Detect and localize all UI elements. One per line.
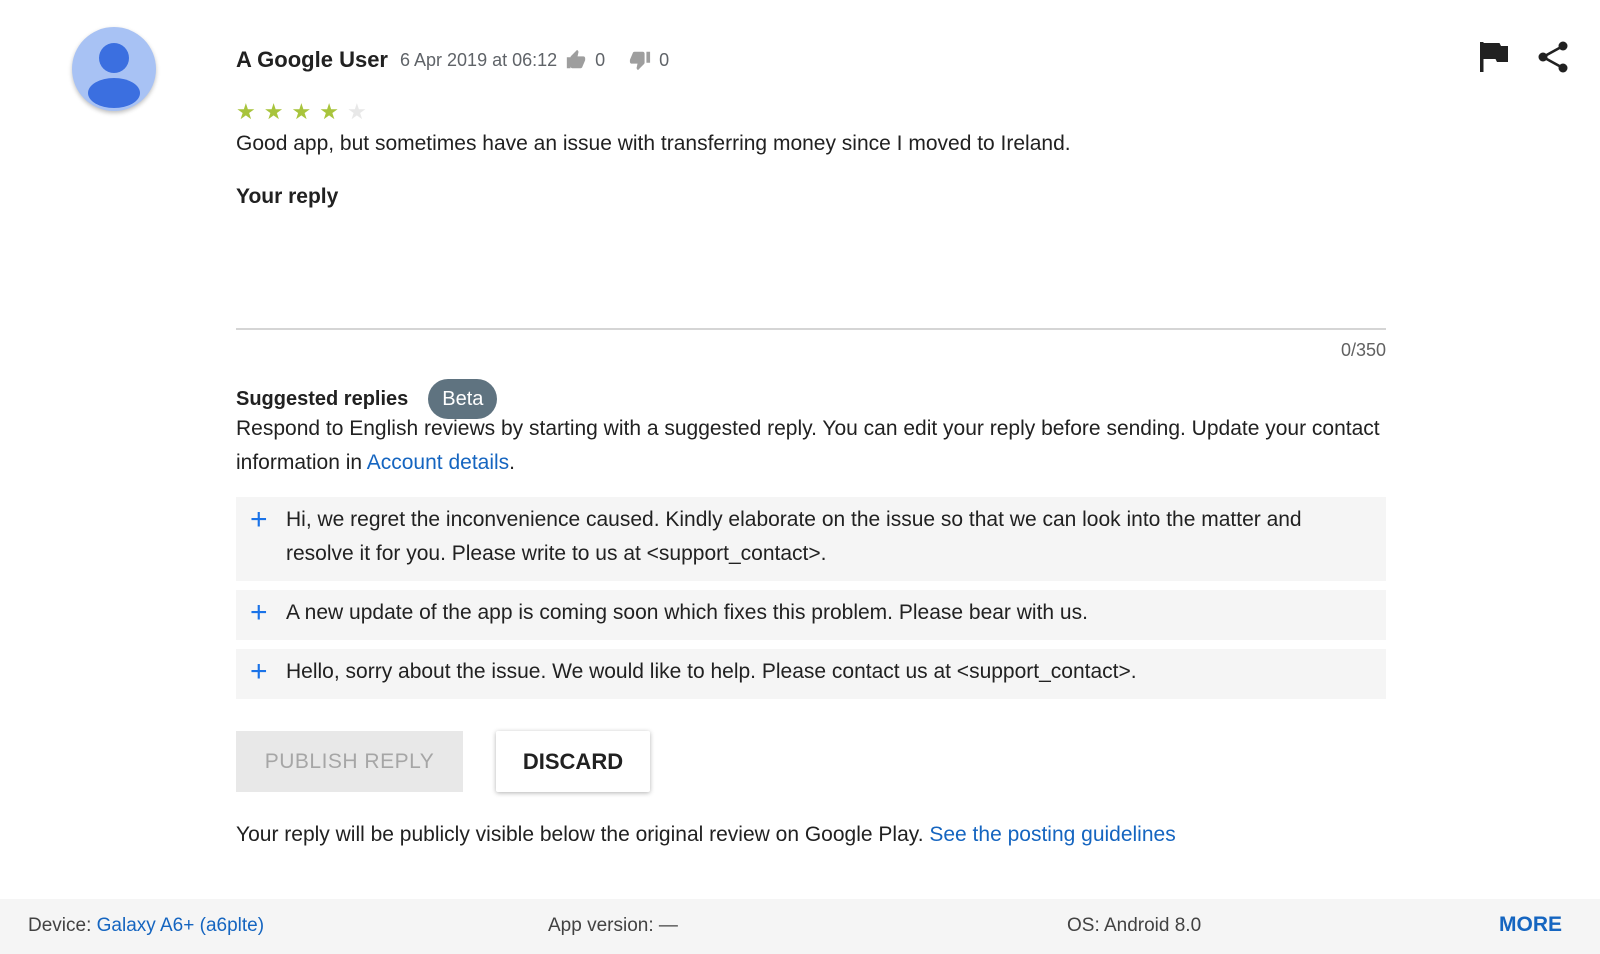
- os-version: OS: Android 8.0: [1067, 915, 1202, 936]
- posting-guidelines-link[interactable]: See the posting guidelines: [929, 823, 1175, 846]
- person-avatar-icon: [72, 27, 156, 111]
- device-link[interactable]: Galaxy A6+ (a6plte): [97, 915, 264, 936]
- suggested-reply-text: Hi, we regret the inconvenience caused. …: [286, 508, 1302, 565]
- thumbs-down-count: 0: [659, 49, 670, 70]
- star-icon: ★: [291, 99, 312, 124]
- visibility-note: Your reply will be publicly visible belo…: [236, 823, 1176, 847]
- device-info: Device: Galaxy A6+ (a6plte): [28, 915, 264, 937]
- share-icon[interactable]: [1536, 40, 1570, 74]
- suggested-replies-title: Suggested replies: [236, 387, 409, 410]
- app-version: App version: —: [548, 915, 678, 936]
- description-period: .: [509, 451, 516, 474]
- star-icon: ★: [236, 99, 256, 124]
- publish-reply-button[interactable]: PUBLISH REPLY: [236, 731, 463, 792]
- plus-icon: +: [250, 503, 268, 536]
- thumbs-up-icon[interactable]: [565, 49, 587, 71]
- device-label: Device:: [28, 915, 97, 936]
- star-rating: ★ ★ ★ ★ ★: [236, 100, 367, 124]
- thumbs-down-icon[interactable]: [629, 49, 651, 71]
- review-header: A Google User 6 Apr 2019 at 06:12 0 0: [236, 44, 693, 76]
- plus-icon: +: [250, 655, 268, 688]
- suggested-reply-item[interactable]: + Hello, sorry about the issue. We would…: [236, 649, 1386, 699]
- more-button[interactable]: MORE: [1499, 913, 1562, 937]
- reply-input[interactable]: [236, 212, 1386, 330]
- suggested-reply-text: A new update of the app is coming soon w…: [286, 601, 1088, 624]
- plus-icon: +: [250, 596, 268, 629]
- reply-heading: Your reply: [236, 185, 339, 208]
- character-counter: 0/350: [1340, 340, 1386, 360]
- device-footer: Device: Galaxy A6+ (a6plte) App version:…: [0, 899, 1600, 954]
- review-date: 6 Apr 2019 at 06:12: [400, 49, 558, 70]
- suggested-reply-item[interactable]: + A new update of the app is coming soon…: [236, 590, 1386, 640]
- thumbs-up-count: 0: [595, 49, 606, 70]
- suggested-replies-description: Respond to English reviews by starting w…: [236, 412, 1396, 480]
- suggested-reply-text: Hello, sorry about the issue. We would l…: [286, 660, 1137, 683]
- visibility-note-text: Your reply will be publicly visible belo…: [236, 823, 930, 846]
- discard-button[interactable]: DISCARD: [496, 731, 650, 792]
- suggested-reply-item[interactable]: + Hi, we regret the inconvenience caused…: [236, 497, 1386, 581]
- review-text: Good app, but sometimes have an issue wi…: [236, 132, 1071, 155]
- review-author: A Google User: [236, 47, 388, 72]
- flag-icon[interactable]: [1478, 40, 1510, 74]
- star-icon: ★: [319, 99, 339, 124]
- review-actions: [1478, 40, 1570, 74]
- star-icon: ★: [263, 99, 284, 124]
- star-icon: ★: [346, 99, 367, 124]
- account-details-link[interactable]: Account details: [367, 451, 509, 474]
